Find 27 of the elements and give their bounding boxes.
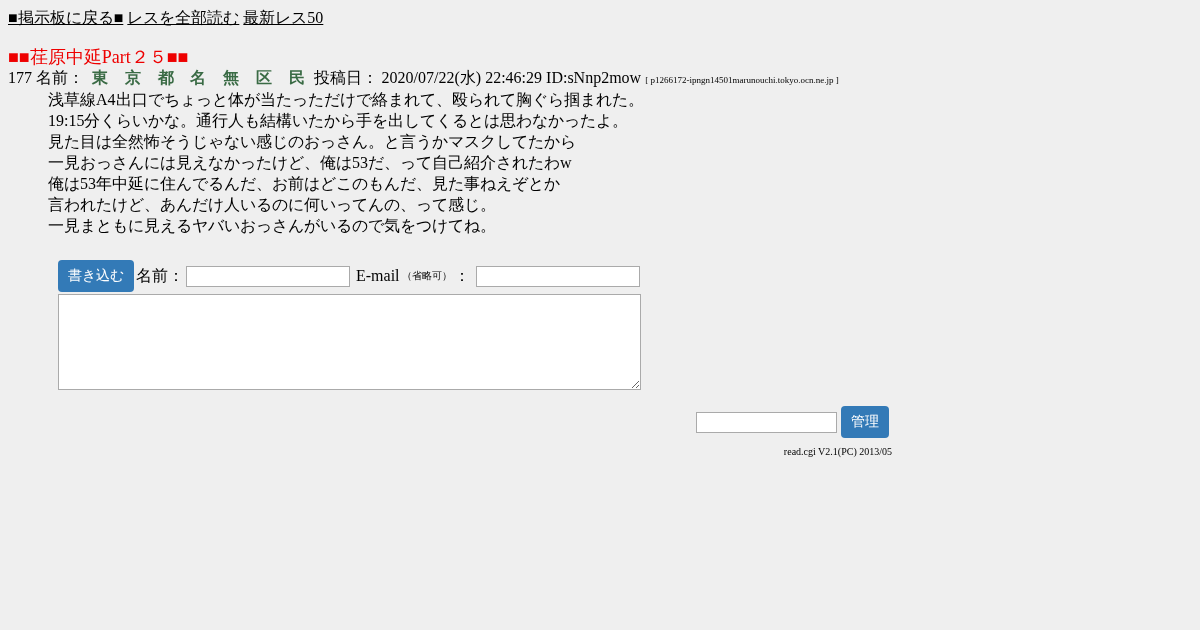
- thread-title: ■■荏原中延Part２５■■: [8, 47, 189, 67]
- submit-button[interactable]: 書き込む: [58, 260, 134, 292]
- post-text: 浅草線A4出口でちょっと体が当たっただけで絡まれて、殴られて胸ぐら掴まれた。: [48, 91, 644, 108]
- post-text: 19:15分くらいかな。通行人も結構いたから手を出してくるとは思わなかったよ。: [48, 112, 629, 129]
- post-text: 俺は53年中延に住んでるんだ、お前はどこのもんだ、見た事ねえぞとか: [48, 175, 560, 192]
- email-field[interactable]: [475, 265, 640, 287]
- nav-link[interactable]: ■掲示板に戻る■: [8, 8, 124, 28]
- email-label: E-mail: [356, 267, 400, 285]
- nav-link[interactable]: 最新レス50: [243, 8, 324, 28]
- admin-field[interactable]: [696, 411, 837, 433]
- post-text: 一見まともに見えるヤバいおっさんがいるので気をつけてね。: [48, 217, 496, 234]
- post-text: 見た目は全然怖そうじゃない感じのおっさん。と言うかマスクしてたから: [48, 133, 576, 150]
- post-date: 2020/07/22(水) 22:46:29: [381, 68, 543, 89]
- host-name: [ p1266172-ipngn14501marunouchi.tokyo.ocn.ne.jp ]: [645, 75, 839, 85]
- post-number: 177: [8, 69, 32, 87]
- message-field[interactable]: [58, 294, 641, 390]
- name-field[interactable]: [186, 265, 350, 287]
- post-text: 言われたけど、あんだけ人いるのに何いってんの、って感じ。: [48, 196, 496, 213]
- name-label: 名前：: [136, 265, 184, 286]
- post-id: ID:sNnp2mow: [546, 69, 642, 87]
- admin-button[interactable]: 管理: [841, 406, 889, 438]
- colon-label: ：: [453, 265, 470, 286]
- version-text: read.cgi V2.1(PC) 2013/05: [783, 446, 892, 457]
- name-label: 名前：: [36, 68, 84, 88]
- optional-note: （省略可）: [401, 269, 452, 283]
- post-text: 一見おっさんには見えなかったけど、俺は53だ、って自己紹介されたわw: [48, 154, 572, 171]
- nav-link[interactable]: レスを全部読む: [127, 8, 240, 28]
